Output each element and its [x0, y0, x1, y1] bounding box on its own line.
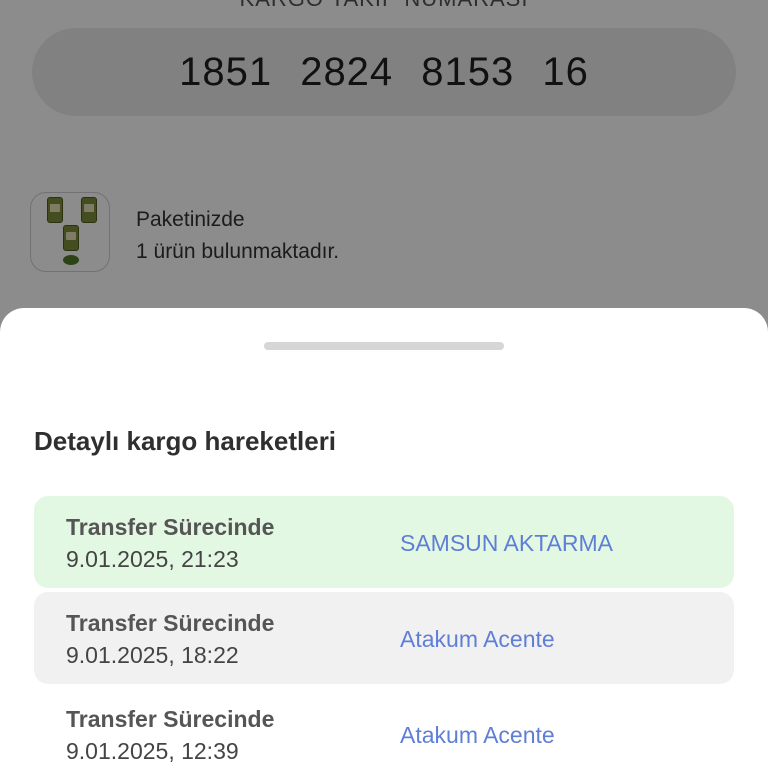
movement-status: Transfer Sürecinde [66, 610, 275, 636]
sheet-title: Detaylı kargo hareketleri [34, 426, 337, 456]
movement-location-link[interactable]: SAMSUN AKTARMA [400, 530, 613, 557]
movement-status: Transfer Sürecinde [66, 706, 275, 732]
movement-row[interactable]: Transfer Sürecinde 9.01.2025, 18:22 Atak… [34, 592, 734, 684]
shipment-movements-list: Transfer Sürecinde 9.01.2025, 21:23 SAMS… [34, 496, 734, 768]
movement-status: Transfer Sürecinde [66, 514, 275, 540]
movement-time: 9.01.2025, 12:39 [66, 738, 239, 764]
movement-row[interactable]: Transfer Sürecinde 9.01.2025, 12:39 Atak… [34, 688, 734, 768]
bottom-sheet: Detaylı kargo hareketleri Transfer Sürec… [0, 308, 768, 768]
movement-row[interactable]: Transfer Sürecinde 9.01.2025, 21:23 SAMS… [34, 496, 734, 588]
sheet-drag-handle[interactable] [264, 342, 504, 350]
movement-time: 9.01.2025, 21:23 [66, 546, 239, 572]
movement-location-link[interactable]: Atakum Acente [400, 626, 555, 653]
screen: KARGO TAKİP NUMARASI 1851 2824 8153 16 P… [0, 0, 768, 768]
movement-location-link[interactable]: Atakum Acente [400, 722, 555, 749]
movement-time: 9.01.2025, 18:22 [66, 642, 239, 668]
